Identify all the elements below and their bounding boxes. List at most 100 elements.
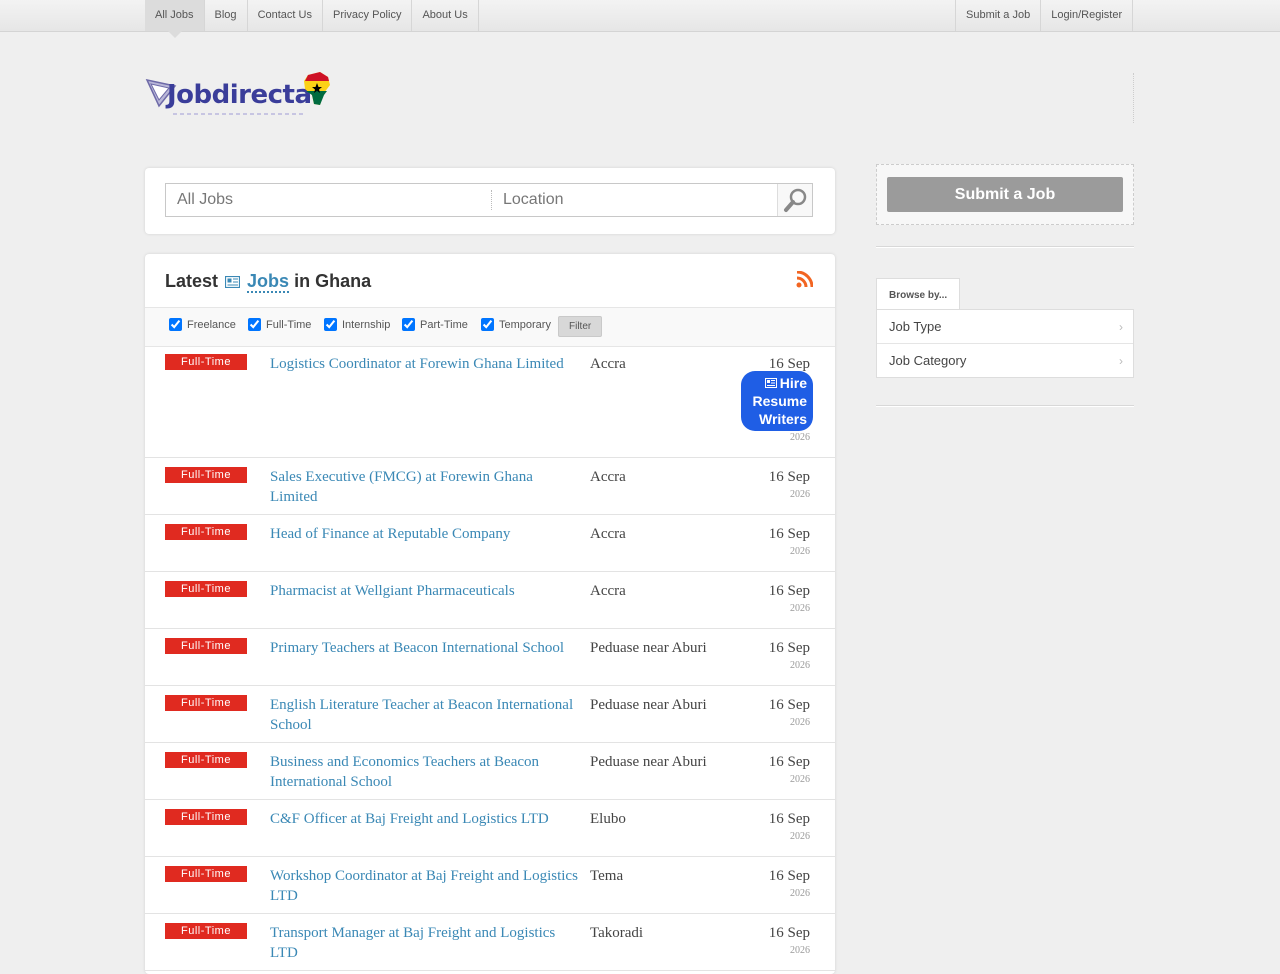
job-title-link[interactable]: Workshop Coordinator at Baj Freight and … [270, 866, 582, 906]
account-menu: Submit a Job Login/Register [955, 0, 1134, 31]
job-row[interactable]: Full-Time Logistics Coordinator at Forew… [145, 345, 835, 458]
job-row[interactable]: Full-Time Pharmacist at Wellgiant Pharma… [145, 572, 835, 629]
job-title-link[interactable]: English Literature Teacher at Beacon Int… [270, 695, 582, 735]
job-date: 16 Sep [768, 526, 810, 542]
nav-about-us[interactable]: About Us [412, 0, 479, 31]
job-row[interactable]: Full-Time Primary Teachers at Beacon Int… [145, 629, 835, 686]
filter-full-time[interactable]: Full-Time [248, 318, 311, 331]
job-title-link[interactable]: Head of Finance at Reputable Company [270, 524, 582, 544]
filter-temporary-checkbox[interactable] [481, 318, 494, 331]
jobs-panel: Latest Jobs in Ghana Freelance Full-Time… [145, 254, 835, 974]
filter-internship-checkbox[interactable] [324, 318, 337, 331]
job-location: Accra [590, 526, 626, 542]
job-location: Accra [590, 356, 626, 372]
search-form [165, 183, 813, 217]
nav-contact-us[interactable]: Contact Us [248, 0, 323, 31]
sidebar-divider [876, 246, 1134, 248]
filter-freelance[interactable]: Freelance [169, 318, 236, 331]
job-title-link[interactable]: C&F Officer at Baj Freight and Logistics… [270, 809, 582, 829]
job-type-badge: Full-Time [165, 524, 247, 540]
job-year: 2026 [790, 888, 810, 899]
job-year: 2026 [790, 774, 810, 785]
job-location: Accra [590, 583, 626, 599]
filter-label: Internship [342, 318, 391, 331]
submit-job-widget: Submit a Job [876, 164, 1134, 225]
job-year: 2026 [790, 603, 810, 614]
job-row[interactable]: Full-Time Workshop Coordinator at Baj Fr… [145, 857, 835, 914]
nav-login-register[interactable]: Login/Register [1041, 0, 1134, 31]
job-date: 16 Sep [768, 583, 810, 599]
rss-feed-button[interactable] [796, 270, 814, 288]
job-type-badge: Full-Time [165, 923, 247, 939]
job-year: 2026 [790, 660, 810, 671]
filter-freelance-checkbox[interactable] [169, 318, 182, 331]
job-location: Tema [590, 868, 624, 884]
job-date: 16 Sep [768, 697, 810, 713]
main-menu: All Jobs Blog Contact Us Privacy Policy … [145, 0, 479, 31]
browse-list: Job Type › Job Category › [876, 309, 1134, 378]
job-type-badge: Full-Time [165, 752, 247, 768]
job-location: Peduase near Aburi [590, 754, 707, 770]
job-row[interactable]: Full-Time Transport Manager at Baj Freig… [145, 914, 835, 971]
job-date: 16 Sep [768, 754, 810, 770]
nav-privacy-policy[interactable]: Privacy Policy [323, 0, 413, 31]
job-date: 16 Sep [768, 640, 810, 656]
job-type-badge: Full-Time [165, 695, 247, 711]
location-input[interactable] [492, 185, 777, 215]
job-year: 2026 [790, 831, 810, 842]
job-row[interactable]: Full-Time C&F Officer at Baj Freight and… [145, 800, 835, 857]
job-title-link[interactable]: Sales Executive (FMCG) at Forewin Ghana … [270, 467, 582, 507]
browse-job-type[interactable]: Job Type › [877, 310, 1133, 344]
job-type-filter: Freelance Full-Time Internship Part-Time… [145, 307, 835, 347]
jobs-heading-suffix: in Ghana [294, 271, 372, 291]
filter-part-time-checkbox[interactable] [402, 318, 415, 331]
job-title-link[interactable]: Logistics Coordinator at Forewin Ghana L… [270, 354, 582, 374]
filter-temporary[interactable]: Temporary [481, 318, 551, 331]
job-title-link[interactable]: Primary Teachers at Beacon International… [270, 638, 582, 658]
submit-job-button[interactable]: Submit a Job [887, 177, 1123, 212]
filter-internship[interactable]: Internship [324, 318, 390, 331]
header-divider [1133, 73, 1134, 123]
jobs-link[interactable]: Jobs [247, 271, 290, 293]
browse-job-category[interactable]: Job Category › [877, 344, 1133, 378]
search-icon [784, 188, 807, 212]
filter-full-time-checkbox[interactable] [248, 318, 261, 331]
job-type-badge: Full-Time [165, 467, 247, 483]
search-panel [145, 168, 835, 234]
job-title-link[interactable]: Business and Economics Teachers at Beaco… [270, 752, 582, 792]
hire-resume-writers-button[interactable]: Hire Resume Writers [741, 371, 813, 431]
filter-label: Freelance [187, 318, 236, 331]
job-row[interactable]: Full-Time Head of Finance at Reputable C… [145, 515, 835, 572]
job-location: Accra [590, 469, 626, 485]
job-location: Peduase near Aburi [590, 697, 707, 713]
jobs-heading-prefix: Latest [165, 271, 219, 291]
browse-item-label: Job Category [889, 353, 967, 368]
rss-icon [796, 270, 814, 288]
nav-all-jobs[interactable]: All Jobs [145, 0, 205, 31]
filter-label: Temporary [499, 318, 551, 331]
job-row[interactable]: Full-Time English Literature Teacher at … [145, 686, 835, 743]
job-row[interactable]: Full-Time Business and Economics Teacher… [145, 743, 835, 800]
filter-button[interactable]: Filter [558, 316, 603, 337]
job-row[interactable]: Full-Time Sales Executive (FMCG) at Fore… [145, 458, 835, 515]
job-year: 2026 [790, 432, 810, 443]
nav-submit-job[interactable]: Submit a Job [955, 0, 1042, 31]
job-location: Elubo [590, 811, 626, 827]
hire-badge-line: Writers [759, 411, 807, 427]
job-title-link[interactable]: Pharmacist at Wellgiant Pharmaceuticals [270, 581, 582, 601]
top-navigation: All Jobs Blog Contact Us Privacy Policy … [0, 0, 1280, 32]
hire-badge-text: Hire [779, 375, 807, 391]
job-type-badge: Full-Time [165, 354, 247, 370]
chevron-right-icon: › [1119, 320, 1123, 334]
filter-label: Part-Time [420, 318, 468, 331]
job-location: Peduase near Aburi [590, 640, 707, 656]
search-button[interactable] [777, 184, 812, 216]
filter-part-time[interactable]: Part-Time [402, 318, 468, 331]
job-title-link[interactable]: Transport Manager at Baj Freight and Log… [270, 923, 582, 963]
browse-by-tab[interactable]: Browse by... [876, 278, 960, 310]
nav-blog[interactable]: Blog [205, 0, 248, 31]
keyword-input[interactable] [166, 185, 491, 215]
site-logo[interactable]: Jobdirecta [145, 70, 335, 120]
job-date: 16 Sep [768, 811, 810, 827]
newspaper-icon [764, 378, 777, 388]
